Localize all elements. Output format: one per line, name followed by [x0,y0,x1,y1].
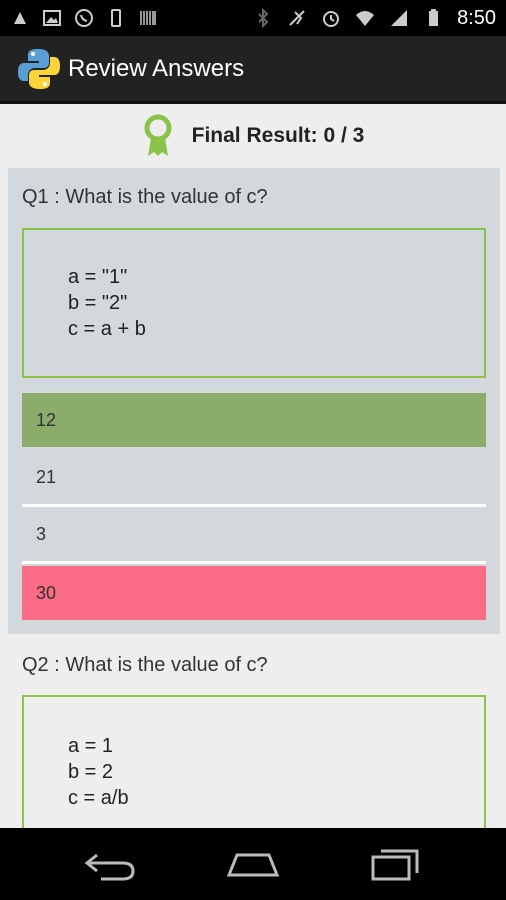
code-line: a = 1 [68,735,114,757]
navigation-bar [0,828,506,900]
alarm-icon [321,8,341,28]
mute-icon [287,8,307,28]
answer-option-wrong[interactable]: 30 [22,566,486,620]
whatsapp-icon [74,8,94,28]
home-icon [226,853,280,877]
status-clock: 8:50 [457,6,496,29]
action-bar: Review Answers [0,36,506,104]
code-snippet: a = 1 b = 2 c = a/b [22,695,486,828]
barcode-icon [138,8,158,28]
code-line: c = a/b [68,787,129,809]
bluetooth-icon [253,8,273,28]
python-logo[interactable] [16,46,62,92]
review-content[interactable]: Final Result: 0 / 3 Q1 : What is the val… [0,104,506,828]
battery-icon [423,8,443,28]
page-title: Review Answers [68,54,245,82]
question-title: Q1 : What is the value of c? [22,186,268,208]
phone-icon [106,8,126,28]
answer-option[interactable]: 3 [22,507,486,564]
code-snippet: a = "1" b = "2" c = a + b [22,228,486,378]
back-icon [84,853,135,881]
signal-icon [389,8,409,28]
recent-apps-button[interactable] [365,844,425,884]
code-line: b = "2" [68,292,128,314]
home-button[interactable] [223,844,283,884]
ribbon-award-icon [144,114,172,156]
question-card: Q2 : What is the value of c? a = 1 b = 2… [8,634,500,828]
status-bar: 8:50 [0,0,506,36]
answer-option[interactable]: 21 [22,450,486,507]
usb-debug-icon [10,8,30,28]
code-line: b = 2 [68,761,114,783]
question-card: Q1 : What is the value of c? a = "1" b =… [8,168,500,634]
image-icon [42,8,62,28]
code-line: c = a + b [68,318,146,340]
recent-apps-icon [371,849,419,881]
code-line: a = "1" [68,266,128,288]
back-button[interactable] [81,844,141,884]
final-result-label: Final Result: 0 / 3 [191,124,365,147]
wifi-icon [355,8,375,28]
question-title: Q2 : What is the value of c? [22,654,268,676]
answer-option-correct[interactable]: 12 [22,393,486,447]
final-result: Final Result: 0 / 3 [0,104,506,168]
